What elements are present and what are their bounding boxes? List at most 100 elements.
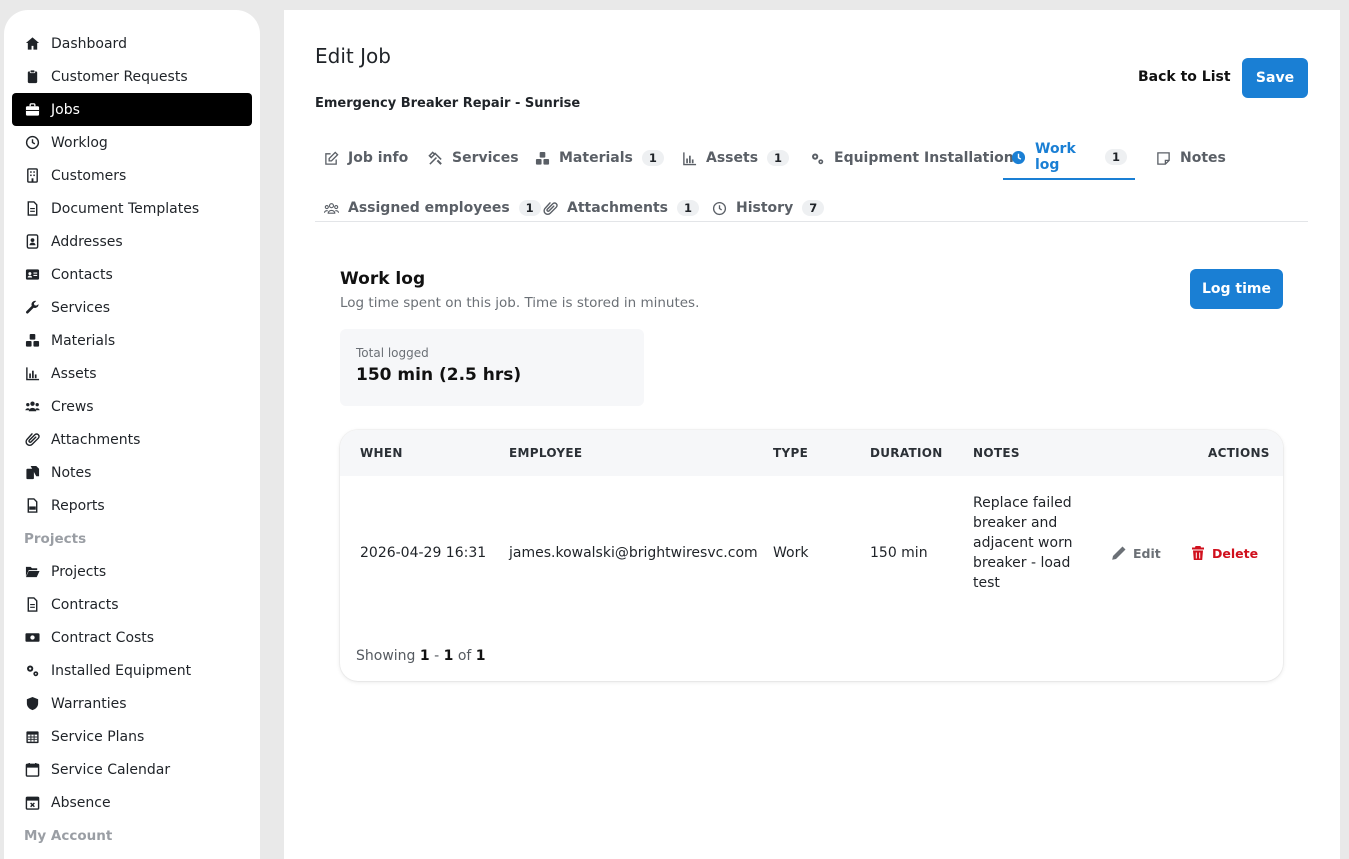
main-content: Edit Job Emergency Breaker Repair - Sunr… bbox=[284, 10, 1340, 859]
pagination-summary: Showing 1 - 1 of 1 bbox=[356, 648, 486, 664]
document-icon bbox=[24, 597, 40, 613]
notes-icon bbox=[24, 465, 40, 481]
tab-label: Assigned employees bbox=[348, 200, 510, 216]
sidebar-item-notes[interactable]: Notes bbox=[4, 456, 260, 489]
pager-dash: - bbox=[434, 648, 440, 664]
sidebar-item-projects[interactable]: Projects bbox=[4, 555, 260, 588]
sidebar-item-label: Reports bbox=[51, 497, 105, 514]
log-time-button[interactable]: Log time bbox=[1190, 269, 1283, 309]
tab-label: Services bbox=[452, 150, 519, 166]
sidebar-item-label: Customers bbox=[51, 167, 127, 184]
tab-assigned-employees[interactable]: Assigned employees 1 bbox=[315, 186, 549, 230]
sidebar-item-label: Addresses bbox=[51, 233, 123, 250]
sidebar-item-materials[interactable]: Materials bbox=[4, 324, 260, 357]
sidebar-item-warranties[interactable]: Warranties bbox=[4, 687, 260, 720]
sidebar-item-document-templates[interactable]: Document Templates bbox=[4, 192, 260, 225]
edit-label: Edit bbox=[1133, 545, 1161, 561]
sidebar-item-contacts[interactable]: Contacts bbox=[4, 258, 260, 291]
briefcase-icon bbox=[24, 102, 40, 118]
tab-label: Equipment Installation bbox=[834, 150, 1014, 166]
column-header-duration[interactable]: DURATION bbox=[870, 446, 943, 460]
clock-icon bbox=[1011, 149, 1026, 165]
pdf-icon bbox=[24, 498, 40, 514]
money-icon bbox=[24, 630, 40, 646]
history-icon bbox=[711, 200, 727, 216]
back-to-list-link[interactable]: Back to List bbox=[1138, 69, 1231, 85]
tab-job-info[interactable]: Job info bbox=[315, 136, 416, 180]
shield-icon bbox=[24, 696, 40, 712]
building-icon bbox=[24, 168, 40, 184]
gears-icon bbox=[24, 663, 40, 679]
save-button[interactable]: Save bbox=[1242, 58, 1308, 98]
sidebar-item-customers[interactable]: Customers bbox=[4, 159, 260, 192]
sidebar-item-jobs[interactable]: Jobs bbox=[12, 93, 252, 126]
sidebar-item-crews[interactable]: Crews bbox=[4, 390, 260, 423]
sidebar-item-contract-costs[interactable]: Contract Costs bbox=[4, 621, 260, 654]
sidebar-section-projects: Projects bbox=[24, 530, 87, 547]
sidebar-item-label: Worklog bbox=[51, 134, 108, 151]
column-header-notes[interactable]: NOTES bbox=[973, 446, 1020, 460]
tab-work-log[interactable]: Work log 1 bbox=[1003, 136, 1135, 180]
tab-equipment-installation[interactable]: Equipment Installation bbox=[801, 136, 1022, 180]
pager-to: 1 bbox=[443, 648, 454, 664]
pager-from: 1 bbox=[419, 648, 430, 664]
sidebar-item-service-plans[interactable]: Service Plans bbox=[4, 720, 260, 753]
sidebar-item-services[interactable]: Services bbox=[4, 291, 260, 324]
sidebar-item-label: Jobs bbox=[51, 101, 80, 118]
tab-history[interactable]: History 7 bbox=[703, 186, 832, 230]
delete-label: Delete bbox=[1212, 545, 1259, 561]
cubes-icon bbox=[534, 150, 550, 166]
sidebar-item-label: Projects bbox=[51, 563, 107, 580]
cell-when: 2026-04-29 16:31 bbox=[360, 545, 487, 561]
column-header-type[interactable]: TYPE bbox=[773, 446, 808, 460]
sidebar-item-label: Absence bbox=[51, 794, 111, 811]
edit-button[interactable]: Edit bbox=[1111, 545, 1161, 561]
delete-button[interactable]: Delete bbox=[1190, 545, 1258, 561]
cubes-icon bbox=[24, 333, 40, 349]
sidebar-item-label: Installed Equipment bbox=[51, 662, 192, 679]
worklog-table: WHEN EMPLOYEE TYPE DURATION NOTES ACTION… bbox=[340, 430, 1283, 681]
tools-icon bbox=[427, 150, 443, 166]
tab-label: Attachments bbox=[567, 200, 669, 216]
cell-employee: james.kowalski@brightwiresvc.com bbox=[509, 545, 758, 561]
sidebar-item-installed-equipment[interactable]: Installed Equipment bbox=[4, 654, 260, 687]
sidebar-item-label: Dashboard bbox=[51, 35, 127, 52]
folder-open-icon bbox=[24, 564, 40, 580]
sidebar-item-addresses[interactable]: Addresses bbox=[4, 225, 260, 258]
sidebar-item-label: Customer Requests bbox=[51, 68, 188, 85]
sidebar-item-reports[interactable]: Reports bbox=[4, 489, 260, 522]
sidebar-item-label: Document Templates bbox=[51, 200, 200, 217]
tab-attachments[interactable]: Attachments 1 bbox=[534, 186, 707, 230]
total-logged-label: Total logged bbox=[356, 346, 429, 360]
tab-services[interactable]: Services bbox=[419, 136, 527, 180]
sidebar-section-my-account: My Account bbox=[24, 827, 113, 844]
sidebar-item-assets[interactable]: Assets bbox=[4, 357, 260, 390]
sidebar-item-service-calendar[interactable]: Service Calendar bbox=[4, 753, 260, 786]
sidebar-item-label: Contracts bbox=[51, 596, 119, 613]
tab-label: Job info bbox=[348, 150, 409, 166]
paperclip-icon bbox=[24, 432, 40, 448]
tab-materials[interactable]: Materials 1 bbox=[526, 136, 672, 180]
tab-notes[interactable]: Notes bbox=[1147, 136, 1234, 180]
sidebar-item-worklog[interactable]: Worklog bbox=[4, 126, 260, 159]
sidebar-item-label: Service Plans bbox=[51, 728, 145, 745]
tab-label: Notes bbox=[1180, 150, 1226, 166]
column-header-when[interactable]: WHEN bbox=[360, 446, 403, 460]
sidebar-item-absence[interactable]: Absence bbox=[4, 786, 260, 819]
clipboard-icon bbox=[24, 69, 40, 85]
sidebar-item-label: Contract Costs bbox=[51, 629, 155, 646]
total-logged-card: Total logged 150 min (2.5 hrs) bbox=[340, 329, 644, 406]
total-logged-value: 150 min (2.5 hrs) bbox=[356, 365, 522, 385]
gears-icon bbox=[809, 150, 825, 166]
sidebar-item-contracts[interactable]: Contracts bbox=[4, 588, 260, 621]
sidebar-item-customer-requests[interactable]: Customer Requests bbox=[4, 60, 260, 93]
column-header-employee[interactable]: EMPLOYEE bbox=[509, 446, 582, 460]
edit-icon bbox=[323, 150, 339, 166]
sidebar-item-attachments[interactable]: Attachments bbox=[4, 423, 260, 456]
tab-count-badge: 1 bbox=[1104, 149, 1127, 165]
trash-icon bbox=[1192, 546, 1204, 560]
tab-assets[interactable]: Assets 1 bbox=[673, 136, 797, 180]
sidebar-item-dashboard[interactable]: Dashboard bbox=[4, 27, 260, 60]
sidebar-item-label: Contacts bbox=[51, 266, 113, 283]
worklog-title: Work log bbox=[340, 269, 426, 289]
